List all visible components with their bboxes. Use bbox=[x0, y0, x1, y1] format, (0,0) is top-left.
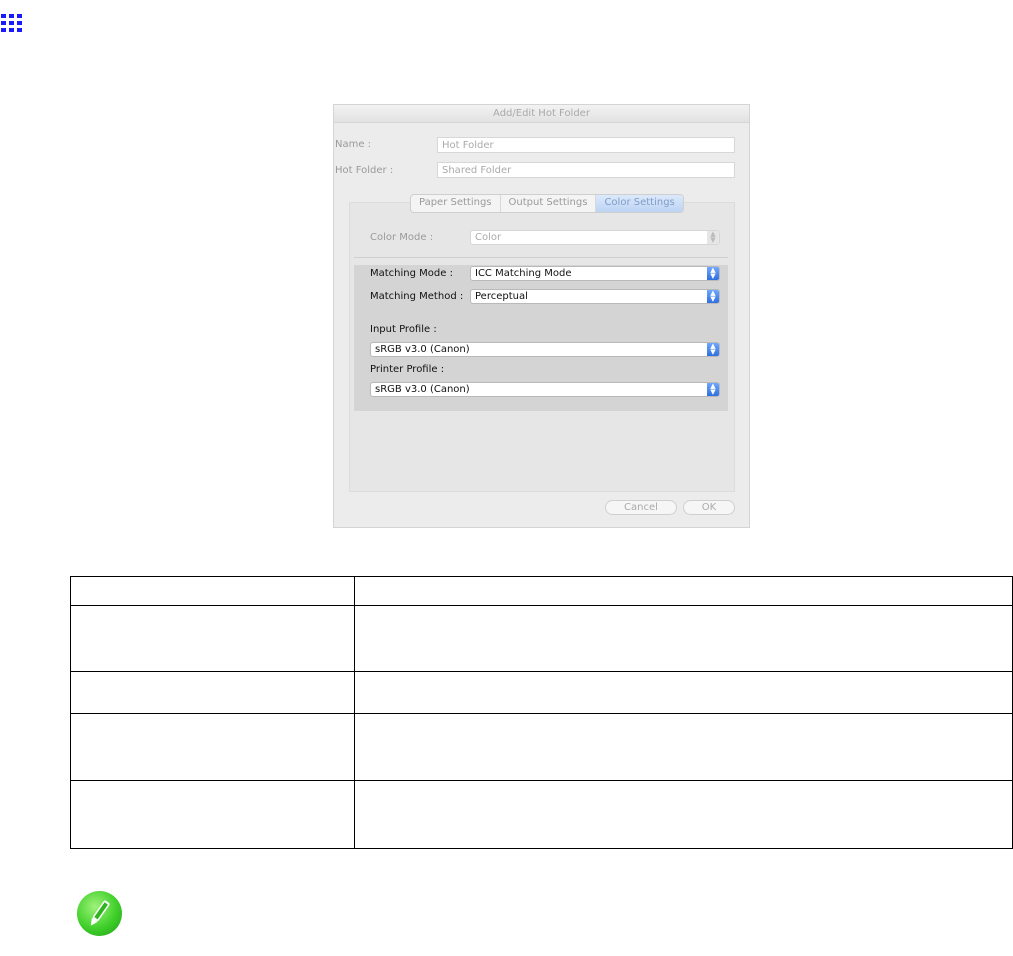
add-edit-hot-folder-dialog: Add/Edit Hot Folder Name : Hot Folder Ho… bbox=[333, 104, 750, 528]
tab-output-settings[interactable]: Output Settings bbox=[501, 195, 597, 212]
popup-arrows-icon: ▲ ▼ bbox=[707, 231, 719, 244]
table-cell bbox=[354, 671, 1013, 714]
input-profile-select[interactable]: sRGB v3.0 (Canon) ▲ ▼ bbox=[370, 342, 720, 357]
separator bbox=[354, 257, 728, 258]
hot-folder-field[interactable]: Shared Folder bbox=[437, 162, 735, 178]
settings-table bbox=[70, 576, 1013, 849]
input-profile-value: sRGB v3.0 (Canon) bbox=[375, 344, 470, 355]
popup-arrows-icon: ▲ ▼ bbox=[707, 290, 719, 303]
hot-folder-label: Hot Folder : bbox=[335, 165, 394, 176]
settings-tabs: Paper Settings Output Settings Color Set… bbox=[410, 194, 684, 213]
table-cell bbox=[70, 780, 355, 849]
popup-arrows-icon: ▲ ▼ bbox=[707, 343, 719, 356]
table-cell bbox=[70, 576, 355, 606]
table-row bbox=[70, 576, 1013, 606]
cancel-button[interactable]: Cancel bbox=[605, 500, 677, 515]
table-cell bbox=[70, 713, 355, 781]
pencil-note-icon bbox=[77, 891, 122, 936]
name-label: Name : bbox=[335, 139, 372, 150]
printer-profile-value: sRGB v3.0 (Canon) bbox=[375, 384, 470, 395]
popup-arrows-icon: ▲ ▼ bbox=[707, 267, 719, 280]
color-mode-select[interactable]: Color ▲ ▼ bbox=[470, 230, 720, 245]
printer-profile-select[interactable]: sRGB v3.0 (Canon) ▲ ▼ bbox=[370, 382, 720, 397]
table-cell bbox=[354, 576, 1013, 606]
input-profile-label: Input Profile : bbox=[370, 324, 437, 335]
table-row bbox=[70, 780, 1013, 849]
grid-icon bbox=[1, 14, 22, 32]
tab-color-settings[interactable]: Color Settings bbox=[596, 195, 683, 212]
popup-arrows-icon: ▲ ▼ bbox=[707, 383, 719, 396]
table-row bbox=[70, 605, 1013, 672]
tab-paper-settings[interactable]: Paper Settings bbox=[411, 195, 501, 212]
color-mode-label: Color Mode : bbox=[370, 232, 434, 243]
name-field[interactable]: Hot Folder bbox=[437, 137, 735, 153]
matching-mode-label: Matching Mode : bbox=[370, 268, 453, 279]
table-row bbox=[70, 713, 1013, 781]
matching-method-label: Matching Method : bbox=[370, 291, 464, 302]
table-cell bbox=[354, 605, 1013, 672]
table-cell bbox=[70, 671, 355, 714]
matching-method-value: Perceptual bbox=[475, 291, 528, 302]
color-mode-value: Color bbox=[475, 232, 502, 243]
matching-method-select[interactable]: Perceptual ▲ ▼ bbox=[470, 289, 720, 304]
table-cell bbox=[70, 605, 355, 672]
table-cell bbox=[354, 780, 1013, 849]
table-row bbox=[70, 671, 1013, 714]
matching-mode-select[interactable]: ICC Matching Mode ▲ ▼ bbox=[470, 266, 720, 281]
matching-mode-value: ICC Matching Mode bbox=[475, 268, 572, 279]
ok-button[interactable]: OK bbox=[683, 500, 735, 515]
table-cell bbox=[354, 713, 1013, 781]
printer-profile-label: Printer Profile : bbox=[370, 364, 445, 375]
dialog-title: Add/Edit Hot Folder bbox=[334, 105, 749, 123]
